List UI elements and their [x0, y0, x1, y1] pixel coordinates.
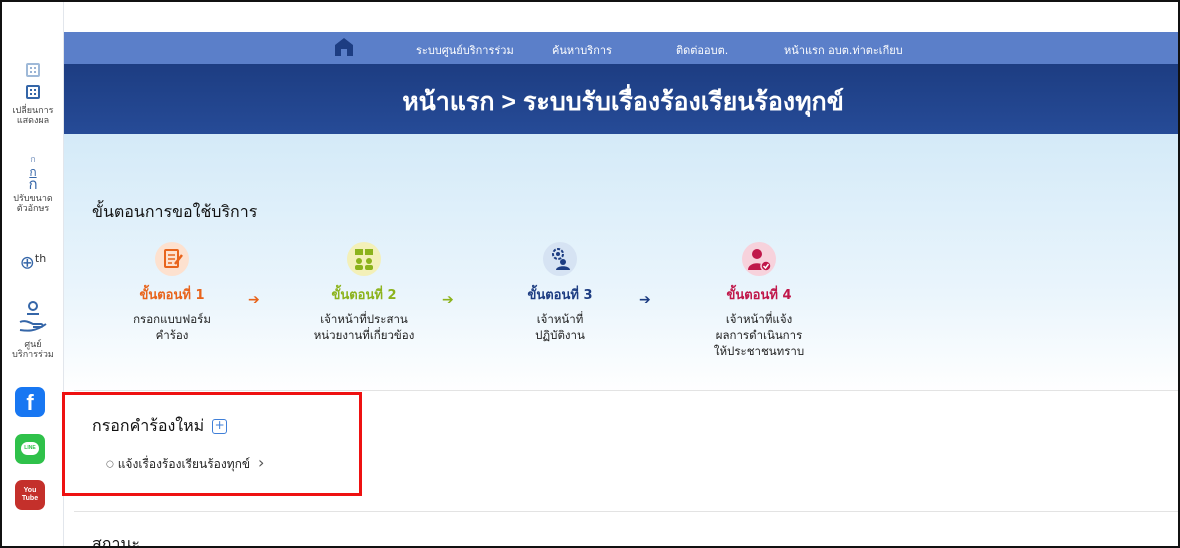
- step-4: ขั้นตอนที่ 4 เจ้าหน้าที่แจ้ง ผลการดำเนิน…: [669, 242, 849, 359]
- coordinate-icon: [347, 242, 381, 276]
- step-4-title: ขั้นตอนที่ 4: [726, 288, 792, 303]
- facebook-icon[interactable]: f: [15, 387, 45, 417]
- display-mode-label: เปลี่ยนการแสดงผล: [12, 106, 54, 126]
- nav-main-site[interactable]: หน้าแรก อบต.ท่าตะเกียบ: [784, 41, 903, 59]
- language-code: th: [34, 252, 47, 265]
- font-size-control[interactable]: ก ก ก ปรับขนาดตัวอักษร: [2, 154, 64, 214]
- youtube-logo-bottom: Tube: [21, 495, 39, 502]
- step-1-desc-line1: กรอกแบบฟอร์ม: [133, 312, 211, 326]
- grid-light-icon: [26, 63, 40, 77]
- step-3-desc-line1: เจ้าหน้าที่: [536, 312, 584, 326]
- line-icon[interactable]: LINE: [15, 434, 45, 464]
- status-section-title: สถานะ: [92, 534, 140, 548]
- line-logo-text: LINE: [21, 442, 39, 455]
- form-edit-icon: [155, 242, 189, 276]
- step-4-desc-line1: เจ้าหน้าที่แจ้ง: [725, 312, 793, 326]
- browser-page: เปลี่ยนการแสดงผล ก ก ก ปรับขนาดตัวอักษร …: [0, 0, 1180, 548]
- language-switch[interactable]: ⊕th: [2, 252, 64, 273]
- youtube-logo-top: You: [23, 487, 37, 494]
- nav-contact[interactable]: ติดต่ออบต.: [676, 41, 728, 59]
- nav-service-center[interactable]: ระบบศูนย์บริการร่วม: [416, 41, 514, 59]
- step-2-title: ขั้นตอนที่ 2: [331, 288, 397, 303]
- service-center-link[interactable]: ศูนย์บริการร่วม: [2, 300, 64, 360]
- globe-icon: ⊕: [19, 252, 35, 274]
- step-2-desc-line2: หน่วยงานที่เกี่ยวข้อง: [313, 328, 415, 342]
- step-arrow-1: ➔: [248, 292, 260, 308]
- step-3-desc-line2: ปฏิบัติงาน: [535, 328, 585, 342]
- step-4-desc-line3: ให้ประชาชนทราบ: [713, 344, 805, 358]
- step-2-desc-line1: เจ้าหน้าที่ประสาน: [320, 312, 408, 326]
- grid-icon: [26, 85, 40, 99]
- officer-working-icon: [543, 242, 577, 276]
- step-3-title: ขั้นตอนที่ 3: [527, 288, 593, 303]
- highlight-box: [62, 392, 362, 496]
- display-mode-toggle[interactable]: เปลี่ยนการแสดงผล: [2, 62, 64, 126]
- step-1: ขั้นตอนที่ 1 กรอกแบบฟอร์ม คำร้อง: [82, 242, 262, 343]
- service-center-label: ศูนย์บริการร่วม: [12, 340, 54, 360]
- step-1-title: ขั้นตอนที่ 1: [139, 288, 205, 303]
- section-divider: [74, 390, 1178, 391]
- helping-hand-icon: [19, 301, 47, 332]
- step-1-desc-line2: คำร้อง: [155, 328, 189, 342]
- youtube-icon[interactable]: You Tube: [15, 480, 45, 510]
- step-arrow-2: ➔: [442, 292, 454, 308]
- step-2: ขั้นตอนที่ 2 เจ้าหน้าที่ประสาน หน่วยงานท…: [274, 242, 454, 343]
- step-arrow-3: ➔: [639, 292, 651, 308]
- notify-user-icon: [742, 242, 776, 276]
- page-banner: หน้าแรก > ระบบรับเรื่องร้องเรียนร้องทุกข…: [64, 64, 1178, 152]
- nav-search-services[interactable]: ค้นหาบริการ: [552, 41, 612, 59]
- top-navigation: ระบบศูนย์บริการร่วม ค้นหาบริการ ติดต่ออบ…: [64, 32, 1178, 64]
- accessibility-sidebar: เปลี่ยนการแสดงผล ก ก ก ปรับขนาดตัวอักษร …: [2, 2, 64, 546]
- section-divider-2: [74, 511, 1178, 512]
- page-title: หน้าแรก > ระบบรับเรื่องร้องเรียนร้องทุกข…: [402, 88, 844, 116]
- step-3: ขั้นตอนที่ 3 เจ้าหน้าที่ ปฏิบัติงาน: [470, 242, 650, 343]
- font-large-icon[interactable]: ก: [2, 177, 64, 192]
- step-4-desc-line2: ผลการดำเนินการ: [715, 328, 803, 342]
- steps-section-title: ขั้นตอนการขอใช้บริการ: [92, 202, 258, 221]
- home-icon[interactable]: [334, 37, 354, 57]
- font-size-label: ปรับขนาดตัวอักษร: [13, 194, 53, 214]
